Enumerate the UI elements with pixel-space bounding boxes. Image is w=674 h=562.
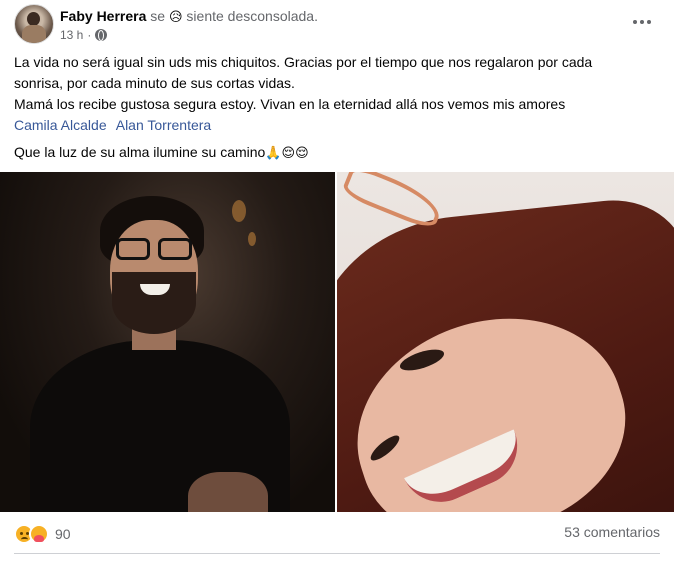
care-icon	[29, 524, 49, 544]
man-arm	[188, 472, 268, 512]
author-line: Faby Herrera se 😥 siente desconsolada.	[60, 8, 318, 25]
photo-man-glasses[interactable]	[0, 172, 335, 512]
avatar-body	[22, 25, 46, 43]
feeling-emoji-icon: 😥	[168, 10, 183, 25]
post-card: Faby Herrera se 😥 siente desconsolada. 1…	[0, 0, 674, 562]
timestamp[interactable]: 13 h	[60, 28, 83, 42]
post-body-line: Mamá los recibe gustosa segura estoy. Vi…	[14, 96, 566, 112]
bokeh-light	[232, 200, 246, 222]
post-body-line: La vida no será igual sin uds mis chiqui…	[14, 54, 593, 70]
reactions-summary[interactable]: 90	[14, 524, 71, 544]
globe-icon[interactable]	[95, 29, 108, 41]
closing-text: Que la luz de su alma ilumine su camino	[14, 144, 266, 160]
tagged-people: Camila Alcalde Alan Torrentera	[14, 115, 660, 136]
avatar-head	[27, 12, 40, 26]
closing-line: Que la luz de su alma ilumine su camino🙏…	[14, 142, 309, 164]
feeling-text[interactable]: siente desconsolada.	[186, 8, 318, 24]
bokeh-light	[248, 232, 256, 246]
man-beard	[112, 272, 196, 334]
prayer-relieved-emojis-icon: 🙏😌😌	[265, 146, 309, 161]
comments-count[interactable]: 53 comentarios	[564, 524, 660, 540]
author-name[interactable]: Faby Herrera	[60, 8, 146, 24]
post-footer: 90 53 comentarios	[14, 520, 660, 548]
feeling-prefix: se	[150, 8, 166, 24]
post-meta: 13 h ·	[60, 28, 108, 42]
photo-woman-smiling[interactable]	[337, 172, 674, 512]
tag-camila-alcalde[interactable]: Camila Alcalde	[14, 117, 107, 133]
reaction-count: 90	[55, 526, 71, 542]
post-header: Faby Herrera se 😥 siente desconsolada. 1…	[14, 4, 660, 46]
tag-alan-torrentera[interactable]: Alan Torrentera	[116, 117, 211, 133]
photo-grid	[0, 172, 674, 512]
meta-separator: ·	[87, 28, 92, 42]
avatar[interactable]	[14, 4, 54, 44]
man-glasses	[116, 238, 194, 262]
woman-sunglasses	[340, 172, 446, 232]
more-options-icon[interactable]	[630, 14, 654, 30]
post-body: La vida no será igual sin uds mis chiqui…	[14, 52, 660, 136]
post-body-line: sonrisa, por cada minuto de sus cortas v…	[14, 75, 295, 91]
divider	[14, 553, 660, 554]
